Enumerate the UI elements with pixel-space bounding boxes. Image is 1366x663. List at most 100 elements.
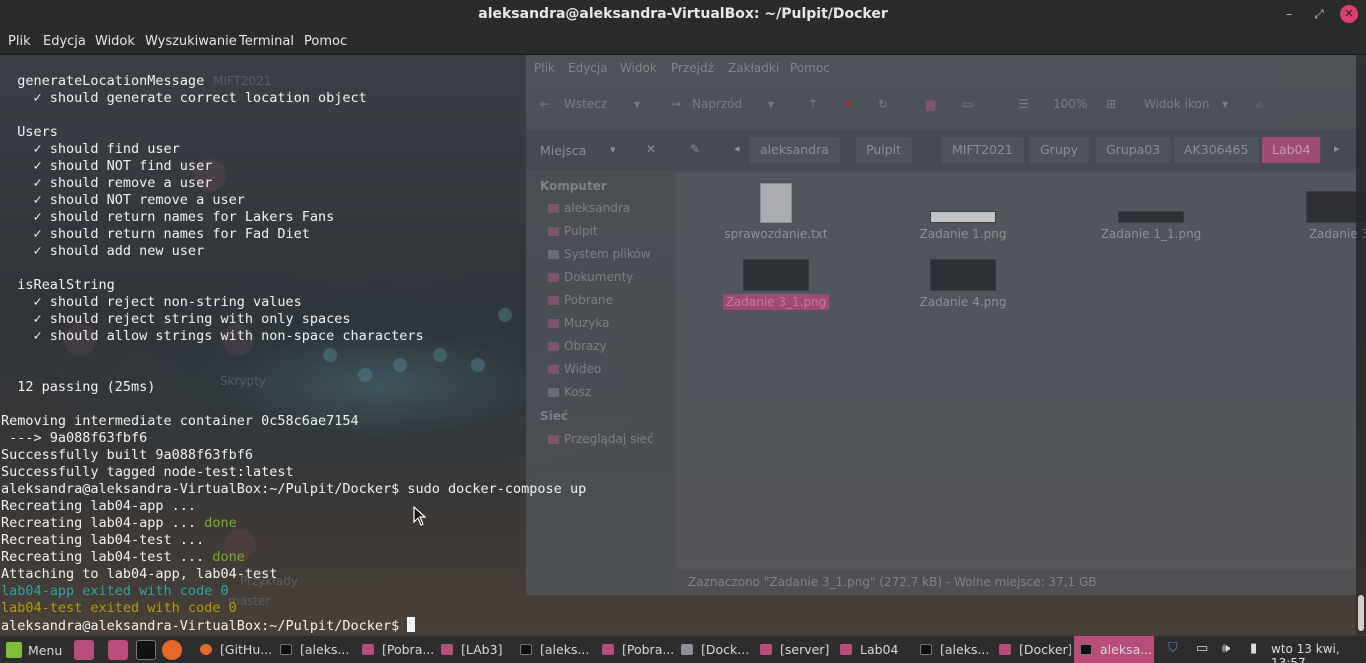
- folder-icon: [362, 644, 374, 655]
- file-item: Zadanie 1_1.png: [1086, 183, 1216, 242]
- chevron-down-icon: ▾: [610, 143, 616, 156]
- fm-menu-item: Zakładki: [728, 61, 780, 75]
- stop-icon: ✖: [844, 97, 855, 111]
- taskbar-window-item[interactable]: [LAb3]: [441, 636, 511, 663]
- terminal-line: ✓ should add new user: [1, 243, 205, 259]
- fm-statusbar: Zaznaczono "Zadanie 3_1.png" (272,7 kB) …: [676, 569, 1356, 595]
- terminal-line: Attaching to lab04-app, lab04-test: [1, 566, 278, 582]
- folder-icon: [999, 644, 1011, 655]
- home-folder-icon: ▆: [926, 97, 936, 111]
- window-titlebar[interactable]: aleksandra@aleksandra-VirtualBox: ~/Pulp…: [0, 0, 1366, 30]
- breadcrumb: AK306465: [1174, 137, 1260, 163]
- start-menu-button[interactable]: Menu: [6, 636, 62, 663]
- taskbar-window-item[interactable]: [aleks...: [520, 636, 594, 663]
- mint-logo-icon: [6, 642, 22, 658]
- terminal-line: ✓ should remove a user: [1, 175, 213, 191]
- terminal-line: ✓ should NOT find user: [1, 158, 213, 174]
- monitor-icon[interactable]: ▭: [1196, 641, 1208, 656]
- firefox-icon: [200, 644, 212, 655]
- breadcrumb-active: Lab04: [1262, 137, 1322, 163]
- folder-icon: [441, 644, 453, 655]
- fm-toolbar: ← Wstecz ▾ → Naprzód ▾ ↑ ✖ ↻ ▆ ▭ ☰ 100% …: [526, 83, 1356, 129]
- fm-menu-item: Pomoc: [790, 61, 830, 75]
- taskbar-window-item[interactable]: [server]: [760, 636, 832, 663]
- computer-icon: ▭: [962, 97, 974, 111]
- terminal-scrollbar[interactable]: [1356, 55, 1366, 635]
- terminal-line: ✓ should reject non-string values: [1, 294, 302, 310]
- menu-wyszukiwanie[interactable]: Wyszukiwanie: [145, 34, 237, 49]
- terminal-menubar: Plik Edycja Widok Wyszukiwanie Terminal …: [0, 30, 1366, 55]
- close-button[interactable]: ✕: [1340, 5, 1358, 23]
- taskbar-window-item[interactable]: [Docker]: [999, 636, 1071, 663]
- terminal-line: ✓ should NOT remove a user: [1, 192, 245, 208]
- terminal-area[interactable]: MIFT2021 Skrypty Przykłady master Plik E…: [0, 55, 1366, 635]
- terminal-line: Recreating lab04-test ... done: [1, 549, 245, 565]
- taskbar-window-item[interactable]: [Pobra...: [362, 636, 434, 663]
- terminal-line: ---> 9a088f63fbf6: [1, 430, 148, 446]
- taskbar-window-item[interactable]: [Pobra...: [602, 636, 674, 663]
- file-item-selected: Zadanie 3_1.png: [711, 259, 841, 310]
- terminal-line: ✓ should generate correct location objec…: [1, 90, 367, 106]
- chevron-down-icon: ▾: [1222, 97, 1229, 111]
- terminal-line: ✓ should return names for Lakers Fans: [1, 209, 335, 225]
- terminal-line: Users: [1, 124, 58, 140]
- terminal-line: lab04-test exited with code 0: [1, 600, 237, 616]
- taskbar-window-item[interactable]: [Dock...: [681, 636, 753, 663]
- terminal-line: Successfully tagged node-test:latest: [1, 464, 294, 480]
- taskbar-window-item[interactable]: [aleks...: [280, 636, 354, 663]
- breadcrumb: Pulpit: [856, 137, 913, 163]
- chevron-down-icon: ▾: [768, 97, 775, 111]
- terminal-line: Removing intermediate container 0c58c6ae…: [1, 413, 359, 429]
- menu-widok[interactable]: Widok: [95, 34, 135, 49]
- launcher-files-icon[interactable]: [108, 640, 128, 660]
- up-arrow-icon: ↑: [808, 97, 819, 111]
- minimize-button[interactable]: –: [1280, 5, 1298, 23]
- chevron-down-icon: ▾: [634, 97, 641, 111]
- menu-pomoc[interactable]: Pomoc: [304, 34, 347, 49]
- fm-forward-label: Naprzód: [692, 97, 743, 111]
- shield-icon[interactable]: ⛉: [1168, 641, 1178, 656]
- terminal-line: ✓ should allow strings with non-space ch…: [1, 328, 424, 344]
- fm-file-grid: sprawozdanie.txt Zadanie 1.png Zadanie 1…: [676, 173, 1366, 569]
- fm-forward-icon: →: [671, 97, 682, 111]
- taskbar-window-item-active[interactable]: aleksa...: [1074, 636, 1154, 663]
- terminal-line: Recreating lab04-test ...: [1, 532, 205, 548]
- fm-view-mode: Widok ikon: [1144, 97, 1210, 111]
- text-cursor: [407, 617, 416, 632]
- search-icon: ⌕: [1256, 97, 1263, 111]
- fm-pathbar: Miejsca ▾ ✕ ✎ ◂ aleksandra Pulpit MIFT20…: [526, 129, 1356, 171]
- image-thumbnail: [930, 259, 996, 291]
- file-item: Zadanie 3: [1274, 183, 1366, 242]
- terminal-line: Recreating lab04-app ...: [1, 498, 197, 514]
- taskbar-window-item[interactable]: Lab04: [840, 636, 912, 663]
- volume-icon[interactable]: 🕪: [1222, 641, 1230, 656]
- menu-edycja[interactable]: Edycja: [43, 34, 86, 49]
- terminal-line: ✓ should return names for Fad Diet: [1, 226, 310, 242]
- folder-icon: [602, 644, 614, 655]
- battery-icon[interactable]: ▮: [1250, 641, 1257, 656]
- terminal-icon: [1080, 644, 1092, 655]
- taskbar: Menu [GitHu... [aleks... [Pobra... [LAb3…: [0, 635, 1366, 663]
- taskbar-window-item[interactable]: [aleks...: [920, 636, 992, 663]
- file-item: Zadanie 4.png: [898, 259, 1028, 310]
- scrollbar-thumb[interactable]: [1358, 595, 1364, 631]
- terminal-line: Successfully built 9a088f63fbf6: [1, 447, 253, 463]
- fm-menu-item: Widok: [620, 61, 657, 75]
- launcher-firefox-icon[interactable]: [162, 640, 182, 660]
- fm-menu-item: Przejdź: [671, 61, 714, 75]
- chevron-left-icon: ◂: [734, 142, 740, 155]
- breadcrumb: Grupy: [1030, 137, 1090, 163]
- menu-plik[interactable]: Plik: [8, 34, 31, 49]
- clock[interactable]: wto 13 kwi, 13:57: [1271, 642, 1366, 663]
- close-icon: ✕: [646, 142, 657, 156]
- terminal-prompt-line[interactable]: aleksandra@aleksandra-VirtualBox:~/Pulpi…: [1, 617, 586, 634]
- maximize-button[interactable]: ⤢: [1310, 5, 1328, 23]
- edit-path-icon: ✎: [690, 142, 701, 156]
- menu-terminal[interactable]: Terminal: [239, 34, 294, 49]
- launcher-show-desktop-icon[interactable]: [74, 640, 94, 660]
- taskbar-window-item[interactable]: [GitHu...: [200, 636, 272, 663]
- launcher-terminal-icon[interactable]: [136, 640, 156, 660]
- terminal-line: ✓ should reject string with only spaces: [1, 311, 351, 327]
